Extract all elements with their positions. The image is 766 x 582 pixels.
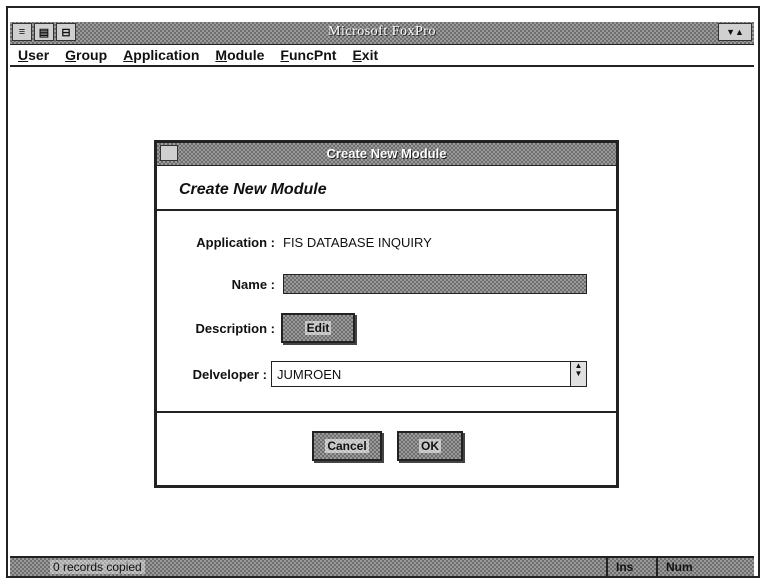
status-bar: 0 records copied Ins Num — [10, 556, 754, 576]
name-label: Name : — [231, 277, 275, 292]
application-value: FIS DATABASE INQUIRY — [283, 235, 432, 250]
menu-accel: U — [18, 47, 29, 63]
min-max-icon[interactable]: ▼▲ — [718, 23, 752, 41]
cancel-button-label: Cancel — [325, 439, 369, 453]
developer-label: Delveloper : — [192, 367, 267, 382]
menu-module[interactable]: Module — [215, 47, 264, 63]
name-input[interactable] — [283, 274, 587, 294]
menu-user[interactable]: User — [18, 47, 49, 63]
heading-divider — [157, 209, 616, 211]
min-max-glyph: ▼▲ — [726, 27, 744, 37]
num-label: Num — [666, 560, 693, 574]
updown-arrow-icon[interactable]: ▲ ▼ — [570, 362, 586, 386]
cancel-button[interactable]: Cancel — [312, 431, 382, 461]
developer-value: JUMROEN — [277, 367, 342, 382]
title-bar: ≡ ▤ ⊟ Microsoft FoxPro ▼▲ — [10, 22, 754, 45]
num-indicator: Num — [656, 558, 752, 576]
application-label: Application : — [196, 235, 275, 250]
dialog-title-bar: Create New Module — [157, 143, 616, 166]
dialog-heading: Create New Module — [179, 181, 327, 198]
menu-exit[interactable]: Exit — [352, 47, 378, 63]
footer-divider — [157, 411, 616, 413]
menu-accel: E — [352, 47, 362, 63]
menu-group[interactable]: Group — [65, 47, 107, 63]
menu-label: pplication — [133, 47, 200, 63]
ins-label: Ins — [616, 560, 634, 574]
ok-button[interactable]: OK — [397, 431, 463, 461]
menu-accel: A — [123, 47, 134, 63]
menu-funcpnt[interactable]: FuncPnt — [280, 47, 336, 63]
window-title: Microsoft FoxPro — [328, 24, 436, 39]
menu-label: uncPnt — [288, 47, 337, 63]
developer-select[interactable]: JUMROEN ▲ ▼ — [271, 361, 587, 387]
menu-label: odule — [227, 47, 265, 63]
description-label: Description : — [195, 321, 275, 336]
menu-application[interactable]: Application — [123, 47, 199, 63]
ins-indicator: Ins — [606, 558, 656, 576]
menu-accel: F — [280, 47, 289, 63]
menu-accel: M — [215, 47, 228, 63]
status-message: 0 records copied — [50, 560, 145, 574]
create-module-dialog: Create New Module Create New Module Appl… — [154, 140, 619, 488]
menu-label: roup — [76, 47, 108, 63]
dialog-title: Create New Module — [326, 146, 447, 161]
ok-button-label: OK — [419, 439, 441, 453]
menu-label: ser — [28, 47, 50, 63]
edit-description-button[interactable]: Edit — [281, 313, 355, 343]
menu-accel: G — [65, 47, 77, 63]
edit-button-label: Edit — [304, 321, 332, 335]
menu-bar: User Group Application Module FuncPnt Ex… — [10, 45, 754, 67]
menu-label: xit — [361, 47, 379, 63]
